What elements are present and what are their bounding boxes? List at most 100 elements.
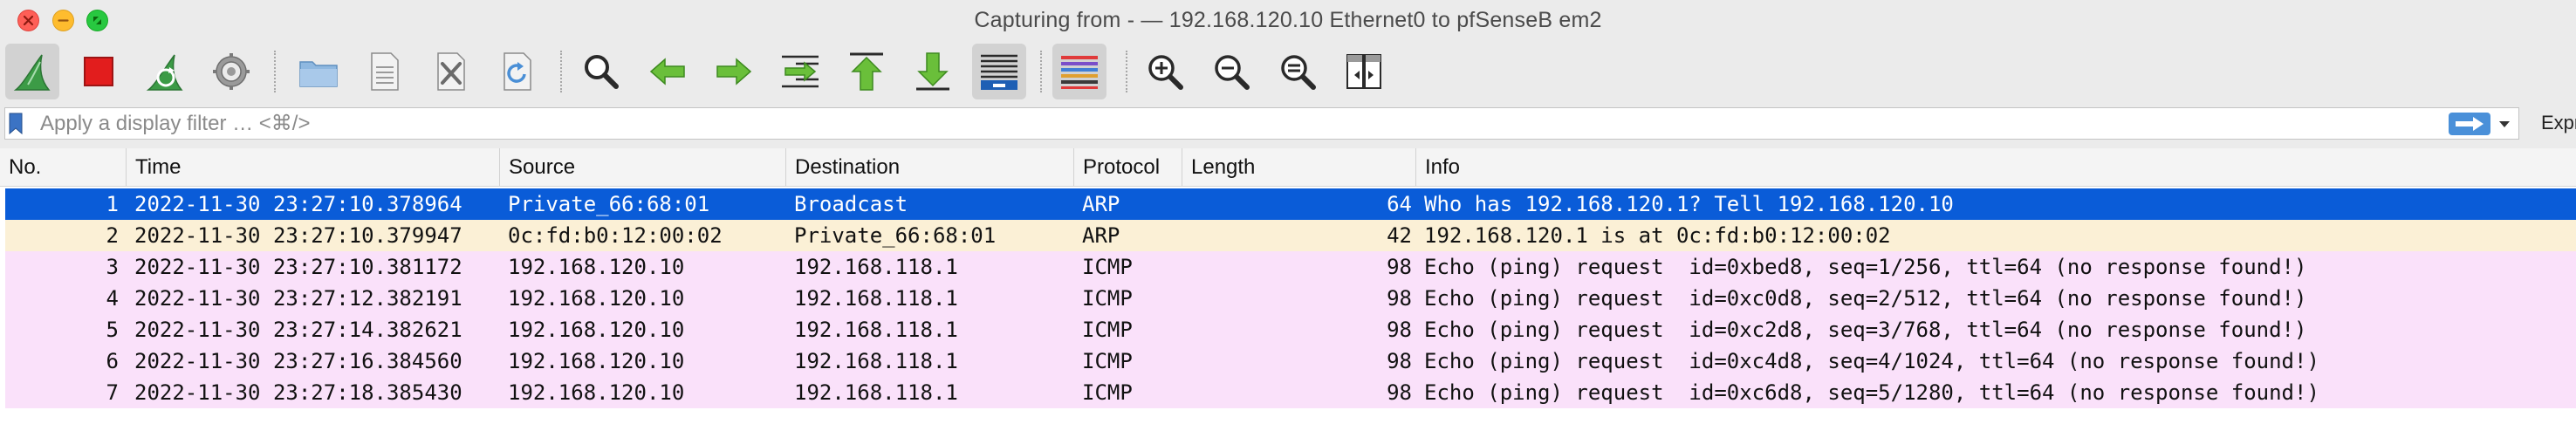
column-header-source[interactable]: Source — [499, 148, 785, 186]
packet-length: 64 — [1387, 192, 1412, 216]
toolbar-separator — [274, 51, 276, 92]
expression-button[interactable]: Expre — [2541, 112, 2576, 134]
packet-list[interactable]: No. Time Source Destination Protocol Len… — [0, 148, 2576, 424]
packet-source: 192.168.120.10 — [508, 286, 685, 311]
packet-protocol: ICMP — [1082, 349, 1133, 373]
folder-icon — [299, 61, 338, 87]
normal-size-button[interactable] — [1271, 44, 1325, 99]
packet-info: Echo (ping) request id=0xc0d8, seq=2/512… — [1424, 286, 2307, 311]
packet-time: 2022-11-30 23:27:14.382621 — [134, 318, 462, 342]
packet-no: 3 — [106, 255, 119, 279]
packet-length: 98 — [1387, 255, 1412, 279]
packet-info: 192.168.120.1 is at 0c:fd:b0:12:00:02 — [1424, 223, 1891, 248]
packet-source: 192.168.120.10 — [508, 380, 685, 405]
packet-source: 0c:fd:b0:12:00:02 — [508, 223, 723, 248]
colorize-lines-icon — [1061, 56, 1098, 89]
packet-no: 4 — [106, 286, 119, 311]
packet-no: 1 — [106, 192, 119, 216]
toolbar-separator — [560, 51, 562, 92]
packet-source: 192.168.120.10 — [508, 349, 685, 373]
title-bar: Capturing from - — 192.168.120.10 Ethern… — [0, 0, 2576, 44]
packet-row[interactable]: 7 2022-11-30 23:27:18.385430 192.168.120… — [5, 377, 2576, 408]
packet-time: 2022-11-30 23:27:10.378964 — [134, 192, 462, 216]
packet-row[interactable]: 5 2022-11-30 23:27:14.382621 192.168.120… — [5, 314, 2576, 345]
jump-to-icon — [782, 55, 819, 88]
packet-source: 192.168.120.10 — [508, 255, 685, 279]
resize-columns-button[interactable] — [1337, 44, 1391, 99]
packet-length: 98 — [1387, 318, 1412, 342]
zoom-in-button[interactable] — [1138, 44, 1192, 99]
packet-time: 2022-11-30 23:27:10.381172 — [134, 255, 462, 279]
packet-protocol: ARP — [1082, 192, 1120, 216]
packet-row[interactable]: 3 2022-11-30 23:27:10.381172 192.168.120… — [5, 251, 2576, 283]
close-file-button[interactable] — [424, 44, 478, 99]
packet-destination: 192.168.118.1 — [794, 380, 958, 405]
main-toolbar — [0, 44, 2576, 99]
packet-destination: 192.168.118.1 — [794, 286, 958, 311]
zoom-out-icon — [1215, 55, 1250, 90]
capture-options-button[interactable] — [204, 44, 258, 99]
go-forward-button[interactable] — [707, 44, 761, 99]
packet-info: Echo (ping) request id=0xc4d8, seq=4/102… — [1424, 349, 2319, 373]
zoom-out-button[interactable] — [1204, 44, 1258, 99]
packet-destination: Private_66:68:01 — [794, 223, 997, 248]
packet-list-header: No. Time Source Destination Protocol Len… — [0, 148, 2576, 187]
find-packet-button[interactable] — [574, 44, 628, 99]
packet-destination: 192.168.118.1 — [794, 255, 958, 279]
chevron-down-icon[interactable] — [2497, 119, 2511, 129]
arrow-right-icon — [716, 58, 752, 85]
display-filter-input[interactable] — [40, 110, 2431, 137]
packet-length: 42 — [1387, 223, 1412, 248]
shark-fin-icon — [13, 54, 51, 91]
packet-source: 192.168.120.10 — [508, 318, 685, 342]
reload-file-button[interactable] — [490, 44, 545, 99]
stop-capture-button[interactable] — [72, 44, 126, 99]
toolbar-separator — [1040, 51, 1042, 92]
column-header-length[interactable]: Length — [1182, 148, 1415, 186]
packet-protocol: ICMP — [1082, 286, 1133, 311]
display-filter-box — [4, 107, 2519, 140]
document-icon — [371, 52, 399, 91]
window-title: Capturing from - — 192.168.120.10 Ethern… — [974, 8, 1602, 32]
packet-info: Echo (ping) request id=0xc2d8, seq=3/768… — [1424, 318, 2307, 342]
arrow-right-icon — [2456, 117, 2484, 131]
packet-time: 2022-11-30 23:27:10.379947 — [134, 223, 462, 248]
close-document-icon — [437, 52, 465, 91]
packet-row[interactable]: 6 2022-11-30 23:27:16.384560 192.168.120… — [5, 345, 2576, 377]
last-packet-button[interactable] — [906, 44, 960, 99]
arrow-left-icon — [649, 58, 685, 85]
packet-destination: Broadcast — [794, 192, 908, 216]
column-header-time[interactable]: Time — [126, 148, 499, 186]
packet-row-selected[interactable]: 1 2022-11-30 23:27:10.378964 Private_66:… — [5, 188, 2576, 220]
gear-icon — [213, 53, 250, 90]
start-capture-button[interactable] — [5, 44, 59, 99]
auto-scroll-button[interactable] — [972, 44, 1026, 99]
packet-info: Echo (ping) request id=0xc6d8, seq=5/128… — [1424, 380, 2319, 405]
packet-no: 5 — [106, 318, 119, 342]
packet-info: Echo (ping) request id=0xbed8, seq=1/256… — [1424, 255, 2307, 279]
column-header-protocol[interactable]: Protocol — [1073, 148, 1182, 186]
packet-destination: 192.168.118.1 — [794, 349, 958, 373]
go-back-button[interactable] — [641, 44, 695, 99]
colorize-button[interactable] — [1052, 44, 1106, 99]
packet-time: 2022-11-30 23:27:18.385430 — [134, 380, 462, 405]
packet-time: 2022-11-30 23:27:16.384560 — [134, 349, 462, 373]
packet-length: 98 — [1387, 286, 1412, 311]
packet-row[interactable]: 2 2022-11-30 23:27:10.379947 0c:fd:b0:12… — [5, 220, 2576, 251]
packet-protocol: ICMP — [1082, 380, 1133, 405]
save-file-button[interactable] — [358, 44, 412, 99]
open-file-button[interactable] — [291, 44, 346, 99]
arrow-up-bar-icon — [850, 52, 883, 91]
packet-source: Private_66:68:01 — [508, 192, 710, 216]
go-to-packet-button[interactable] — [773, 44, 827, 99]
packet-row[interactable]: 4 2022-11-30 23:27:12.382191 192.168.120… — [5, 283, 2576, 314]
apply-filter-button[interactable] — [2449, 113, 2490, 135]
column-header-no[interactable]: No. — [0, 148, 126, 186]
packet-info: Who has 192.168.120.1? Tell 192.168.120.… — [1424, 192, 1954, 216]
restart-capture-button[interactable] — [138, 44, 192, 99]
column-header-info[interactable]: Info — [1415, 148, 2576, 186]
bookmark-icon[interactable] — [8, 112, 24, 135]
packet-length: 98 — [1387, 349, 1412, 373]
first-packet-button[interactable] — [839, 44, 894, 99]
column-header-destination[interactable]: Destination — [785, 148, 1073, 186]
